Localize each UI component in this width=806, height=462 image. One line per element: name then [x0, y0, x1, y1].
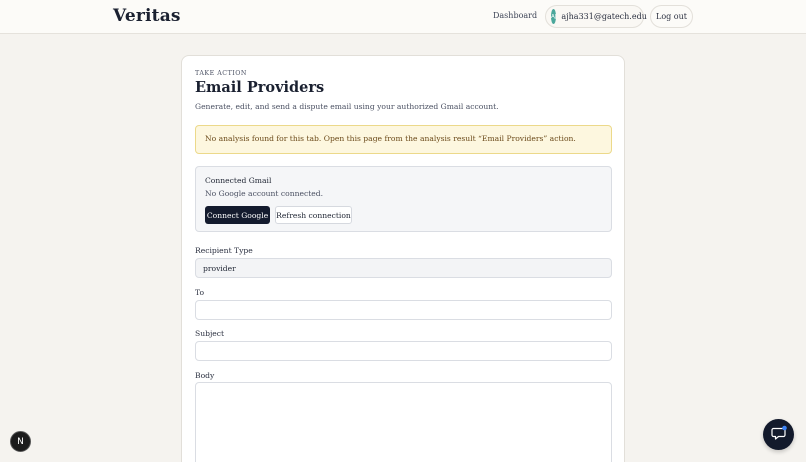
subject-field[interactable] [195, 341, 612, 361]
chat-launcher-button[interactable] [763, 419, 794, 450]
dev-tools-badge[interactable]: N [10, 431, 31, 452]
chat-icon [770, 425, 787, 445]
to-label: To [195, 288, 205, 297]
gmail-panel-title: Connected Gmail [205, 176, 272, 185]
top-header: Veritas Dashboard AJ ajha331@gatech.edu … [0, 0, 806, 34]
logout-button[interactable]: Log out [650, 5, 693, 28]
section-eyebrow: TAKE ACTION [195, 70, 247, 77]
to-field[interactable] [195, 300, 612, 320]
page-description: Generate, edit, and send a dispute email… [195, 102, 499, 111]
avatar: AJ [551, 9, 557, 24]
recipient-type-label: Recipient Type [195, 246, 253, 255]
user-menu[interactable]: AJ ajha331@gatech.edu [545, 5, 647, 28]
connect-google-button[interactable]: Connect Google [205, 206, 270, 224]
nav-dashboard-link[interactable]: Dashboard [493, 11, 537, 20]
email-providers-card: TAKE ACTION Email Providers Generate, ed… [181, 55, 625, 462]
body-label: Body [195, 371, 215, 380]
brand-logo[interactable]: Veritas [113, 6, 181, 26]
page-title: Email Providers [195, 79, 325, 96]
gmail-connection-status: No Google account connected. [205, 189, 324, 198]
subject-label: Subject [195, 329, 225, 338]
recipient-type-field[interactable] [195, 258, 612, 278]
body-textarea[interactable] [195, 382, 612, 462]
no-analysis-alert: No analysis found for this tab. Open thi… [195, 125, 612, 154]
dev-tools-badge-label: N [17, 436, 24, 447]
user-email: ajha331@gatech.edu [561, 12, 647, 21]
connected-gmail-panel: Connected Gmail No Google account connec… [195, 166, 612, 232]
refresh-connection-button[interactable]: Refresh connection [275, 206, 352, 224]
